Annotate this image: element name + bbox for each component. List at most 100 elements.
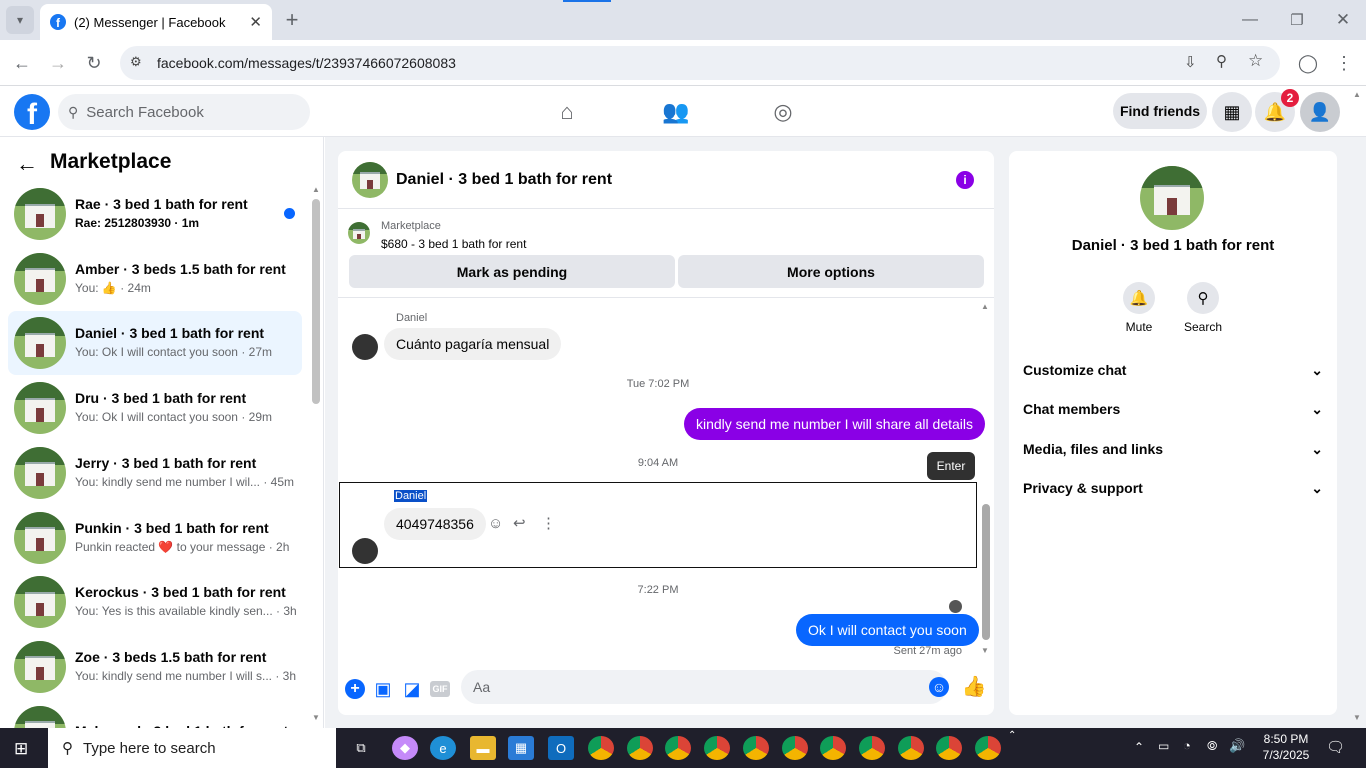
scroll-up-arrow-icon[interactable]: ▲ xyxy=(981,302,989,311)
search-chat-button[interactable]: ⚲ Search xyxy=(1173,282,1233,334)
window-close-icon[interactable]: ✕ xyxy=(1329,6,1357,34)
store-icon[interactable]: ▦ xyxy=(508,736,534,760)
chat-title[interactable]: Daniel · 3 bed 1 bath for rent xyxy=(396,171,612,189)
menu-kebab-icon[interactable]: ⋮ xyxy=(1330,49,1358,77)
profile-icon[interactable]: ◯ xyxy=(1294,49,1322,77)
edge-icon[interactable]: e xyxy=(430,736,456,760)
conversation-item[interactable]: Rae · 3 bed 1 bath for rent Rae: 25128039… xyxy=(8,182,302,246)
tab-close-icon[interactable]: ✕ xyxy=(249,13,262,31)
apps-grid-icon[interactable]: ▦ xyxy=(1212,92,1252,132)
restore-icon[interactable]: ❐ xyxy=(1283,6,1311,34)
taskbar-search-input[interactable]: ⚲ Type here to search xyxy=(48,728,336,768)
incoming-message[interactable]: 4049748356 xyxy=(384,508,486,540)
message-input[interactable]: Aa xyxy=(461,670,947,704)
facebook-logo-icon[interactable]: f xyxy=(14,94,50,130)
chrome-window-icon[interactable] xyxy=(704,736,731,760)
back-icon[interactable]: ← xyxy=(8,49,36,77)
emoji-icon[interactable]: ☺ xyxy=(929,677,949,697)
site-settings-icon[interactable]: ⚙ xyxy=(130,54,142,70)
scroll-down-arrow-icon[interactable]: ▼ xyxy=(312,713,320,722)
conversation-item[interactable]: Jerry · 3 bed 1 bath for rent You: kindly… xyxy=(8,441,302,505)
chrome-window-icon[interactable] xyxy=(742,736,769,760)
chrome-window-icon[interactable] xyxy=(897,736,924,760)
minimize-icon[interactable]: — xyxy=(1236,6,1264,34)
chat-members-row[interactable]: Chat members ⌄ xyxy=(1023,394,1323,424)
home-icon[interactable]: ⌂ xyxy=(552,97,582,127)
conversation-item[interactable]: Mahmoud · 3 bed 1 bath for rent xyxy=(8,700,302,728)
zoom-icon[interactable]: ⚲ xyxy=(1216,52,1227,70)
page-scroll-up-icon[interactable]: ▲ xyxy=(1353,90,1361,99)
copilot-icon[interactable]: ◆ xyxy=(392,736,418,760)
info-icon[interactable]: i xyxy=(956,171,974,189)
chrome-window-icon[interactable] xyxy=(975,736,1001,760)
reload-icon[interactable]: ↻ xyxy=(80,49,108,77)
file-explorer-icon[interactable]: ▬ xyxy=(470,736,496,760)
bookmark-star-icon[interactable]: ☆ xyxy=(1248,51,1263,71)
chrome-window-icon[interactable] xyxy=(936,736,963,760)
new-tab-plus-icon[interactable]: + xyxy=(278,6,306,34)
back-arrow-icon[interactable]: ← xyxy=(16,151,38,177)
camera-icon[interactable]: ⦾ xyxy=(1207,738,1217,754)
find-friends-button[interactable]: Find friends xyxy=(1113,93,1207,129)
windows-start-icon[interactable]: ⊞ xyxy=(14,739,28,759)
chrome-window-icon[interactable] xyxy=(588,736,614,760)
listing-thumbnail[interactable] xyxy=(348,222,370,244)
browser-tab[interactable]: f (2) Messenger | Facebook ✕ xyxy=(40,4,272,40)
notification-center-icon[interactable]: 🗨 xyxy=(1326,738,1345,756)
conversation-item[interactable]: Zoe · 3 beds 1.5 bath for rent You: kindl… xyxy=(8,635,302,699)
forward-icon[interactable]: → xyxy=(44,49,72,77)
incoming-message[interactable]: Cuánto pagaría mensual xyxy=(384,328,562,360)
reply-icon[interactable]: ↩ xyxy=(513,514,526,532)
more-actions-icon[interactable]: ⋮ xyxy=(541,514,556,532)
conversation-item[interactable]: Daniel · 3 bed 1 bath for rent You: Ok I … xyxy=(8,311,302,376)
listing-detail[interactable]: $680 - 3 bed 1 bath for rent xyxy=(381,235,526,253)
outgoing-message[interactable]: Ok I will contact you soon xyxy=(796,614,979,646)
facebook-search-input[interactable]: ⚲ Search Facebook xyxy=(58,94,310,130)
chrome-window-icon[interactable] xyxy=(626,736,653,760)
more-options-button[interactable]: More options xyxy=(678,255,984,288)
taskbar-scroll-icon[interactable]: ⌃ xyxy=(1008,730,1016,741)
tray-show-hidden-icon[interactable]: ⌃ xyxy=(1134,740,1144,754)
add-plus-icon[interactable]: + xyxy=(345,679,365,699)
chrome-window-icon[interactable] xyxy=(781,736,808,760)
chrome-window-icon[interactable] xyxy=(858,736,885,760)
friends-icon[interactable]: 👥 xyxy=(661,97,691,127)
conversation-item[interactable]: Kerockus · 3 bed 1 bath for rent You: Yes… xyxy=(8,570,302,634)
battery-icon[interactable]: ▭ xyxy=(1158,739,1169,753)
volume-icon[interactable]: 🔊 xyxy=(1229,738,1245,754)
wifi-icon[interactable]: ◔ xyxy=(1183,738,1191,753)
scroll-down-arrow-icon[interactable]: ▼ xyxy=(981,646,989,655)
sender-avatar[interactable] xyxy=(352,538,378,564)
list-scrollbar[interactable] xyxy=(312,199,320,404)
sticker-icon[interactable]: ◪ xyxy=(402,679,422,699)
chrome-window-icon[interactable] xyxy=(665,736,692,760)
outgoing-message[interactable]: kindly send me number I will share all d… xyxy=(684,408,986,440)
tab-search-chevron-icon[interactable]: ▾ xyxy=(6,6,34,34)
outlook-icon[interactable]: O xyxy=(548,736,574,760)
conversation-item[interactable]: Amber · 3 beds 1.5 bath for rent You: 👍 ·… xyxy=(8,247,302,311)
url-field[interactable]: ⚙ facebook.com/messages/t/23937466072608… xyxy=(120,46,1280,80)
task-view-icon[interactable]: ⧉ xyxy=(348,736,374,760)
details-avatar[interactable] xyxy=(1140,166,1204,230)
chat-avatar[interactable] xyxy=(352,161,388,198)
chrome-window-icon[interactable] xyxy=(820,736,847,760)
mute-button[interactable]: 🔔 Mute xyxy=(1109,282,1169,334)
account-avatar[interactable]: 👤 xyxy=(1300,92,1340,132)
media-files-links-row[interactable]: Media, files and links ⌄ xyxy=(1023,434,1323,464)
install-app-icon[interactable]: ⇩ xyxy=(1184,53,1197,71)
privacy-support-row[interactable]: Privacy & support ⌄ xyxy=(1023,473,1323,503)
customize-chat-row[interactable]: Customize chat ⌄ xyxy=(1023,355,1323,385)
sender-avatar[interactable] xyxy=(352,334,378,360)
conversation-item[interactable]: Punkin · 3 bed 1 bath for rent Punkin rea… xyxy=(8,506,302,570)
groups-icon[interactable]: ◎ xyxy=(768,97,798,127)
thumbs-up-icon[interactable]: 👍 xyxy=(962,676,987,698)
mark-as-pending-button[interactable]: Mark as pending xyxy=(349,255,675,288)
taskbar-clock[interactable]: 8:50 PM 7/3/2025 xyxy=(1252,731,1320,763)
page-scroll-down-icon[interactable]: ▼ xyxy=(1353,713,1361,722)
scroll-up-arrow-icon[interactable]: ▲ xyxy=(312,185,320,194)
gif-icon[interactable]: GIF xyxy=(430,681,450,697)
conversation-item[interactable]: Dru · 3 bed 1 bath for rent You: Ok I wil… xyxy=(8,376,302,440)
attach-photo-icon[interactable]: ▣ xyxy=(373,679,393,699)
react-emoji-icon[interactable]: ☺ xyxy=(488,515,503,532)
thread-scrollbar[interactable] xyxy=(982,504,990,640)
